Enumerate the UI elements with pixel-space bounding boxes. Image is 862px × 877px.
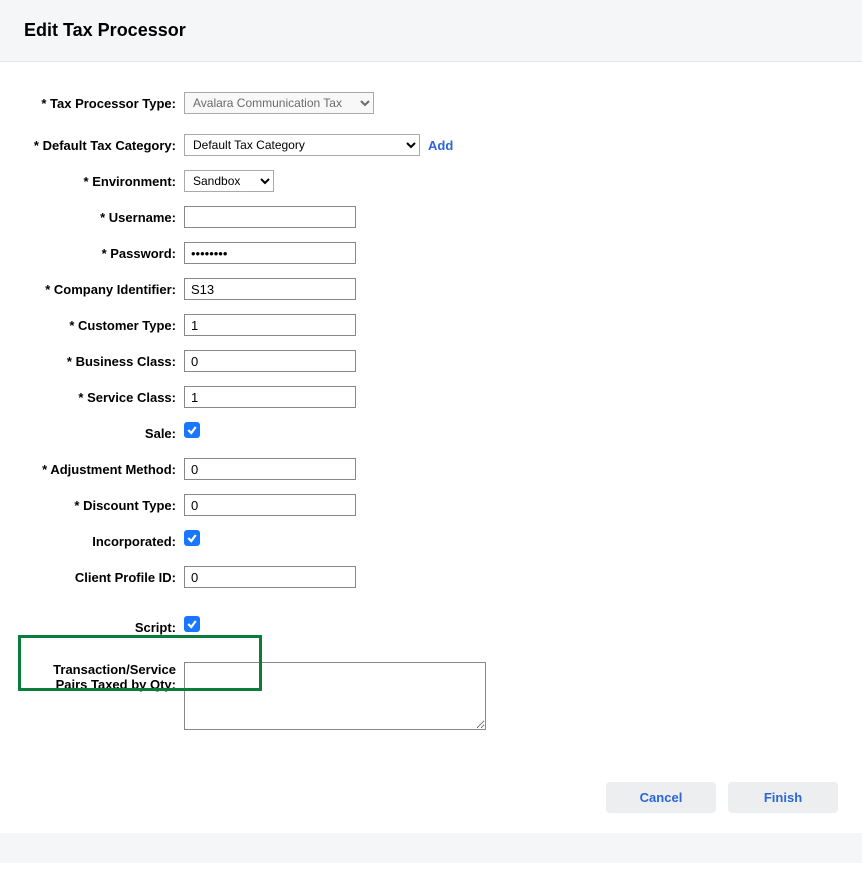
customer-type-input[interactable]	[184, 314, 356, 336]
incorporated-checkbox[interactable]	[184, 530, 200, 546]
processor-type-select[interactable]: Avalara Communication Tax	[184, 92, 374, 114]
label-incorporated: Incorporated:	[24, 530, 184, 550]
label-service-class: * Service Class:	[24, 386, 184, 406]
adjustment-method-input[interactable]	[184, 458, 356, 480]
finish-button[interactable]: Finish	[728, 782, 838, 813]
discount-type-input[interactable]	[184, 494, 356, 516]
label-script: Script:	[24, 616, 184, 636]
bottom-bar	[0, 833, 862, 863]
client-profile-id-input[interactable]	[184, 566, 356, 588]
label-business-class: * Business Class:	[24, 350, 184, 370]
sale-checkbox[interactable]	[184, 422, 200, 438]
pairs-textarea[interactable]	[184, 662, 486, 730]
script-checkbox[interactable]	[184, 616, 200, 632]
footer: Cancel Finish	[0, 762, 862, 833]
cancel-button[interactable]: Cancel	[606, 782, 716, 813]
business-class-input[interactable]	[184, 350, 356, 372]
label-customer-type: * Customer Type:	[24, 314, 184, 334]
label-company-identifier: * Company Identifier:	[24, 278, 184, 298]
company-identifier-input[interactable]	[184, 278, 356, 300]
label-discount-type: * Discount Type:	[24, 494, 184, 514]
username-input[interactable]	[184, 206, 356, 228]
label-adjustment-method: * Adjustment Method:	[24, 458, 184, 478]
label-sale: Sale:	[24, 422, 184, 442]
label-client-profile-id: Client Profile ID:	[24, 566, 184, 586]
label-default-category: * Default Tax Category:	[24, 134, 184, 154]
environment-select[interactable]: Sandbox	[184, 170, 274, 192]
label-processor-type: * Tax Processor Type:	[24, 92, 184, 112]
label-password: * Password:	[24, 242, 184, 262]
label-pairs: Transaction/Service Pairs Taxed by Qty:	[24, 662, 184, 693]
default-category-select[interactable]: Default Tax Category	[184, 134, 420, 156]
add-category-link[interactable]: Add	[428, 138, 453, 153]
page-title: Edit Tax Processor	[24, 20, 838, 41]
check-icon	[186, 532, 198, 544]
check-icon	[186, 424, 198, 436]
label-username: * Username:	[24, 206, 184, 226]
check-icon	[186, 618, 198, 630]
page-header: Edit Tax Processor	[0, 0, 862, 62]
password-input[interactable]	[184, 242, 356, 264]
label-environment: * Environment:	[24, 170, 184, 190]
form-area: * Tax Processor Type: Avalara Communicat…	[0, 62, 862, 762]
service-class-input[interactable]	[184, 386, 356, 408]
